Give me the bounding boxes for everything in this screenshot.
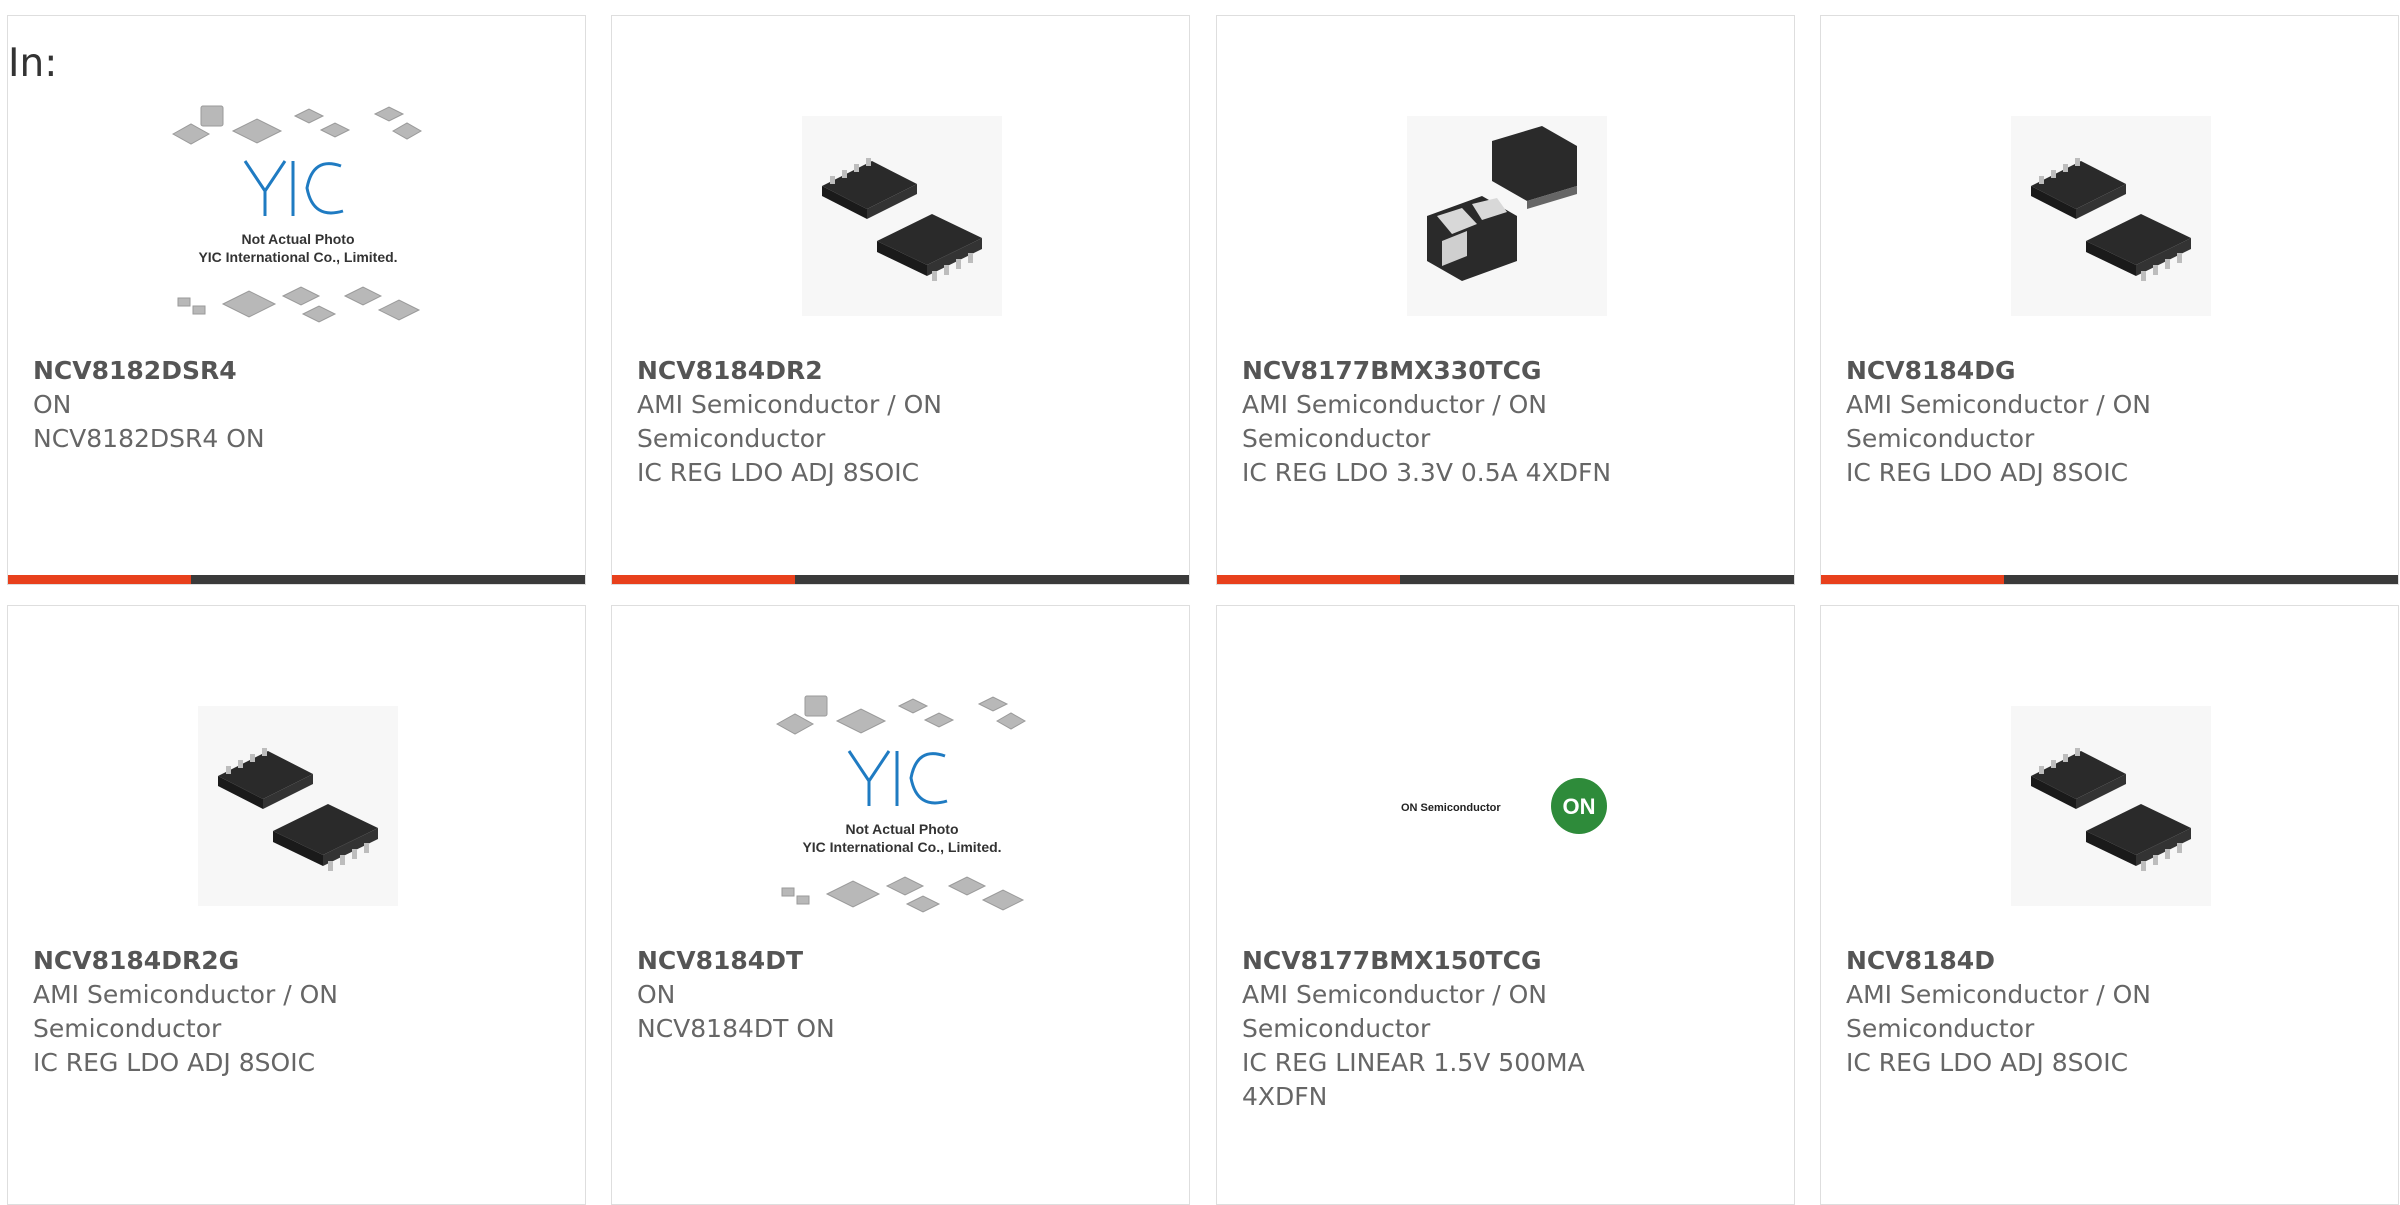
- product-card[interactable]: ON Semiconductor ON NCV8177BMX150TCG AMI…: [1216, 605, 1795, 1205]
- description: NCV8182DSR4 ON: [33, 424, 265, 453]
- manufacturer: AMI Semiconductor / ON: [1242, 980, 1547, 1009]
- product-info: NCV8182DSR4 ON NCV8182DSR4 ON: [33, 354, 473, 456]
- product-info: NCV8184DG AMI Semiconductor / ON Semicon…: [1846, 354, 2286, 490]
- svg-text:ON: ON: [1562, 794, 1595, 819]
- product-image[interactable]: [1821, 76, 2398, 356]
- description: IC REG LINEAR 1.5V 500MA: [1242, 1048, 1585, 1077]
- product-info: NCV8184DR2 AMI Semiconductor / ON Semico…: [637, 354, 1077, 490]
- manufacturer-cont: Semiconductor: [1846, 424, 2035, 453]
- svg-text:Not Actual Photo: Not Actual Photo: [241, 231, 354, 247]
- product-info: NCV8184D AMI Semiconductor / ON Semicond…: [1846, 944, 2286, 1080]
- manufacturer-cont: Semiconductor: [1242, 424, 1431, 453]
- product-card[interactable]: NCV8184D AMI Semiconductor / ON Semicond…: [1820, 605, 2399, 1205]
- description: IC REG LDO 3.3V 0.5A 4XDFN: [1242, 458, 1612, 487]
- product-info: NCV8177BMX330TCG AMI Semiconductor / ON …: [1242, 354, 1682, 490]
- manufacturer: AMI Semiconductor / ON: [1846, 980, 2151, 1009]
- description: NCV8184DT ON: [637, 1014, 835, 1043]
- card-bottom-bar: [1821, 575, 2398, 584]
- description: IC REG LDO ADJ 8SOIC: [637, 458, 920, 487]
- product-image[interactable]: [1217, 76, 1794, 356]
- product-image[interactable]: [612, 76, 1189, 356]
- product-image[interactable]: Not Actual Photo YIC International Co., …: [612, 666, 1189, 946]
- manufacturer: AMI Semiconductor / ON: [1846, 390, 2151, 419]
- product-info: NCV8184DT ON NCV8184DT ON: [637, 944, 1077, 1046]
- manufacturer: AMI Semiconductor / ON: [637, 390, 942, 419]
- soic-chip-image: [801, 116, 1002, 316]
- part-number[interactable]: NCV8184DG: [1846, 354, 2286, 388]
- manufacturer: ON: [637, 980, 676, 1009]
- svg-text:ON Semiconductor: ON Semiconductor: [1401, 802, 1501, 814]
- soic-chip-image: [197, 706, 398, 906]
- product-image[interactable]: [8, 666, 585, 946]
- product-image[interactable]: ON Semiconductor ON: [1217, 666, 1794, 946]
- product-card[interactable]: NCV8184DG AMI Semiconductor / ON Semicon…: [1820, 15, 2399, 585]
- part-number[interactable]: NCV8184DR2: [637, 354, 1077, 388]
- xdfn-chip-image: [1406, 116, 1607, 316]
- part-number[interactable]: NCV8177BMX330TCG: [1242, 354, 1682, 388]
- svg-text:Not Actual Photo: Not Actual Photo: [845, 821, 958, 837]
- product-image[interactable]: Not Actual Photo YIC International Co., …: [8, 76, 585, 356]
- manufacturer: AMI Semiconductor / ON: [1242, 390, 1547, 419]
- card-bottom-bar: [612, 575, 1189, 584]
- part-number[interactable]: NCV8184DT: [637, 944, 1077, 978]
- product-card[interactable]: Not Actual Photo YIC International Co., …: [611, 605, 1190, 1205]
- in-label: In:: [8, 41, 58, 86]
- product-card[interactable]: NCV8184DR2 AMI Semiconductor / ON Semico…: [611, 15, 1190, 585]
- part-number[interactable]: NCV8177BMX150TCG: [1242, 944, 1682, 978]
- card-accent-bar: [8, 575, 191, 584]
- product-info: NCV8177BMX150TCG AMI Semiconductor / ON …: [1242, 944, 1682, 1114]
- manufacturer-cont: Semiconductor: [1846, 1014, 2035, 1043]
- manufacturer-cont: Semiconductor: [637, 424, 826, 453]
- card-accent-bar: [612, 575, 795, 584]
- on-semiconductor-logo: ON Semiconductor ON: [1401, 778, 1607, 834]
- yic-placeholder-image: Not Actual Photo YIC International Co., …: [171, 105, 422, 323]
- product-card[interactable]: NCV8184DR2G AMI Semiconductor / ON Semic…: [7, 605, 586, 1205]
- product-image[interactable]: [1821, 666, 2398, 946]
- product-grid: Not Actual Photo YIC International Co., …: [7, 15, 2400, 1205]
- part-number[interactable]: NCV8182DSR4: [33, 354, 473, 388]
- card-accent-bar: [1217, 575, 1400, 584]
- card-bottom-bar: [8, 575, 585, 584]
- part-number[interactable]: NCV8184DR2G: [33, 944, 473, 978]
- product-card[interactable]: NCV8177BMX330TCG AMI Semiconductor / ON …: [1216, 15, 1795, 585]
- description-cont: 4XDFN: [1242, 1082, 1328, 1111]
- svg-text:YIC International Co., Limited: YIC International Co., Limited.: [198, 249, 397, 265]
- manufacturer-cont: Semiconductor: [33, 1014, 222, 1043]
- yic-placeholder-image: Not Actual Photo YIC International Co., …: [775, 695, 1026, 913]
- soic-chip-image: [2010, 706, 2211, 906]
- description: IC REG LDO ADJ 8SOIC: [1846, 458, 2129, 487]
- product-info: NCV8184DR2G AMI Semiconductor / ON Semic…: [33, 944, 473, 1080]
- description: IC REG LDO ADJ 8SOIC: [1846, 1048, 2129, 1077]
- manufacturer: AMI Semiconductor / ON: [33, 980, 338, 1009]
- card-accent-bar: [1821, 575, 2004, 584]
- card-bottom-bar: [1217, 575, 1794, 584]
- product-card[interactable]: Not Actual Photo YIC International Co., …: [7, 15, 586, 585]
- soic-chip-image: [2010, 116, 2211, 316]
- svg-text:YIC International Co., Limited: YIC International Co., Limited.: [802, 839, 1001, 855]
- manufacturer-cont: Semiconductor: [1242, 1014, 1431, 1043]
- part-number[interactable]: NCV8184D: [1846, 944, 2286, 978]
- manufacturer: ON: [33, 390, 72, 419]
- description: IC REG LDO ADJ 8SOIC: [33, 1048, 316, 1077]
